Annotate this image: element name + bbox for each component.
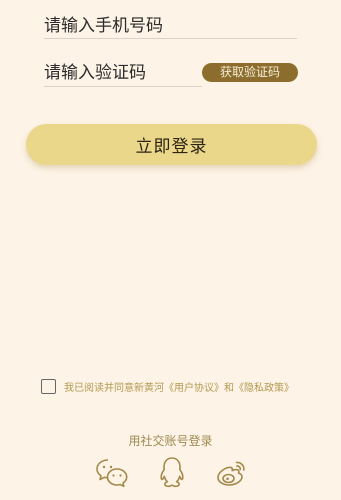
agreement-row: 我已阅读并同意新黄河《用户协议》和《隐私政策》 bbox=[41, 379, 294, 394]
agreement-text[interactable]: 我已阅读并同意新黄河《用户协议》和《隐私政策》 bbox=[64, 379, 294, 394]
wechat-icon[interactable] bbox=[95, 455, 129, 489]
agreement-checkbox[interactable] bbox=[41, 379, 56, 394]
qq-icon[interactable] bbox=[155, 455, 189, 489]
social-login-title: 用社交账号登录 bbox=[128, 434, 213, 448]
get-code-button[interactable]: 获取验证码 bbox=[202, 63, 298, 82]
phone-input[interactable] bbox=[44, 14, 297, 38]
weibo-icon[interactable] bbox=[214, 455, 248, 489]
verification-code-input[interactable] bbox=[44, 60, 202, 86]
verification-code-field[interactable] bbox=[44, 60, 202, 87]
login-button[interactable]: 立即登录 bbox=[26, 124, 317, 165]
phone-field[interactable] bbox=[44, 14, 297, 39]
